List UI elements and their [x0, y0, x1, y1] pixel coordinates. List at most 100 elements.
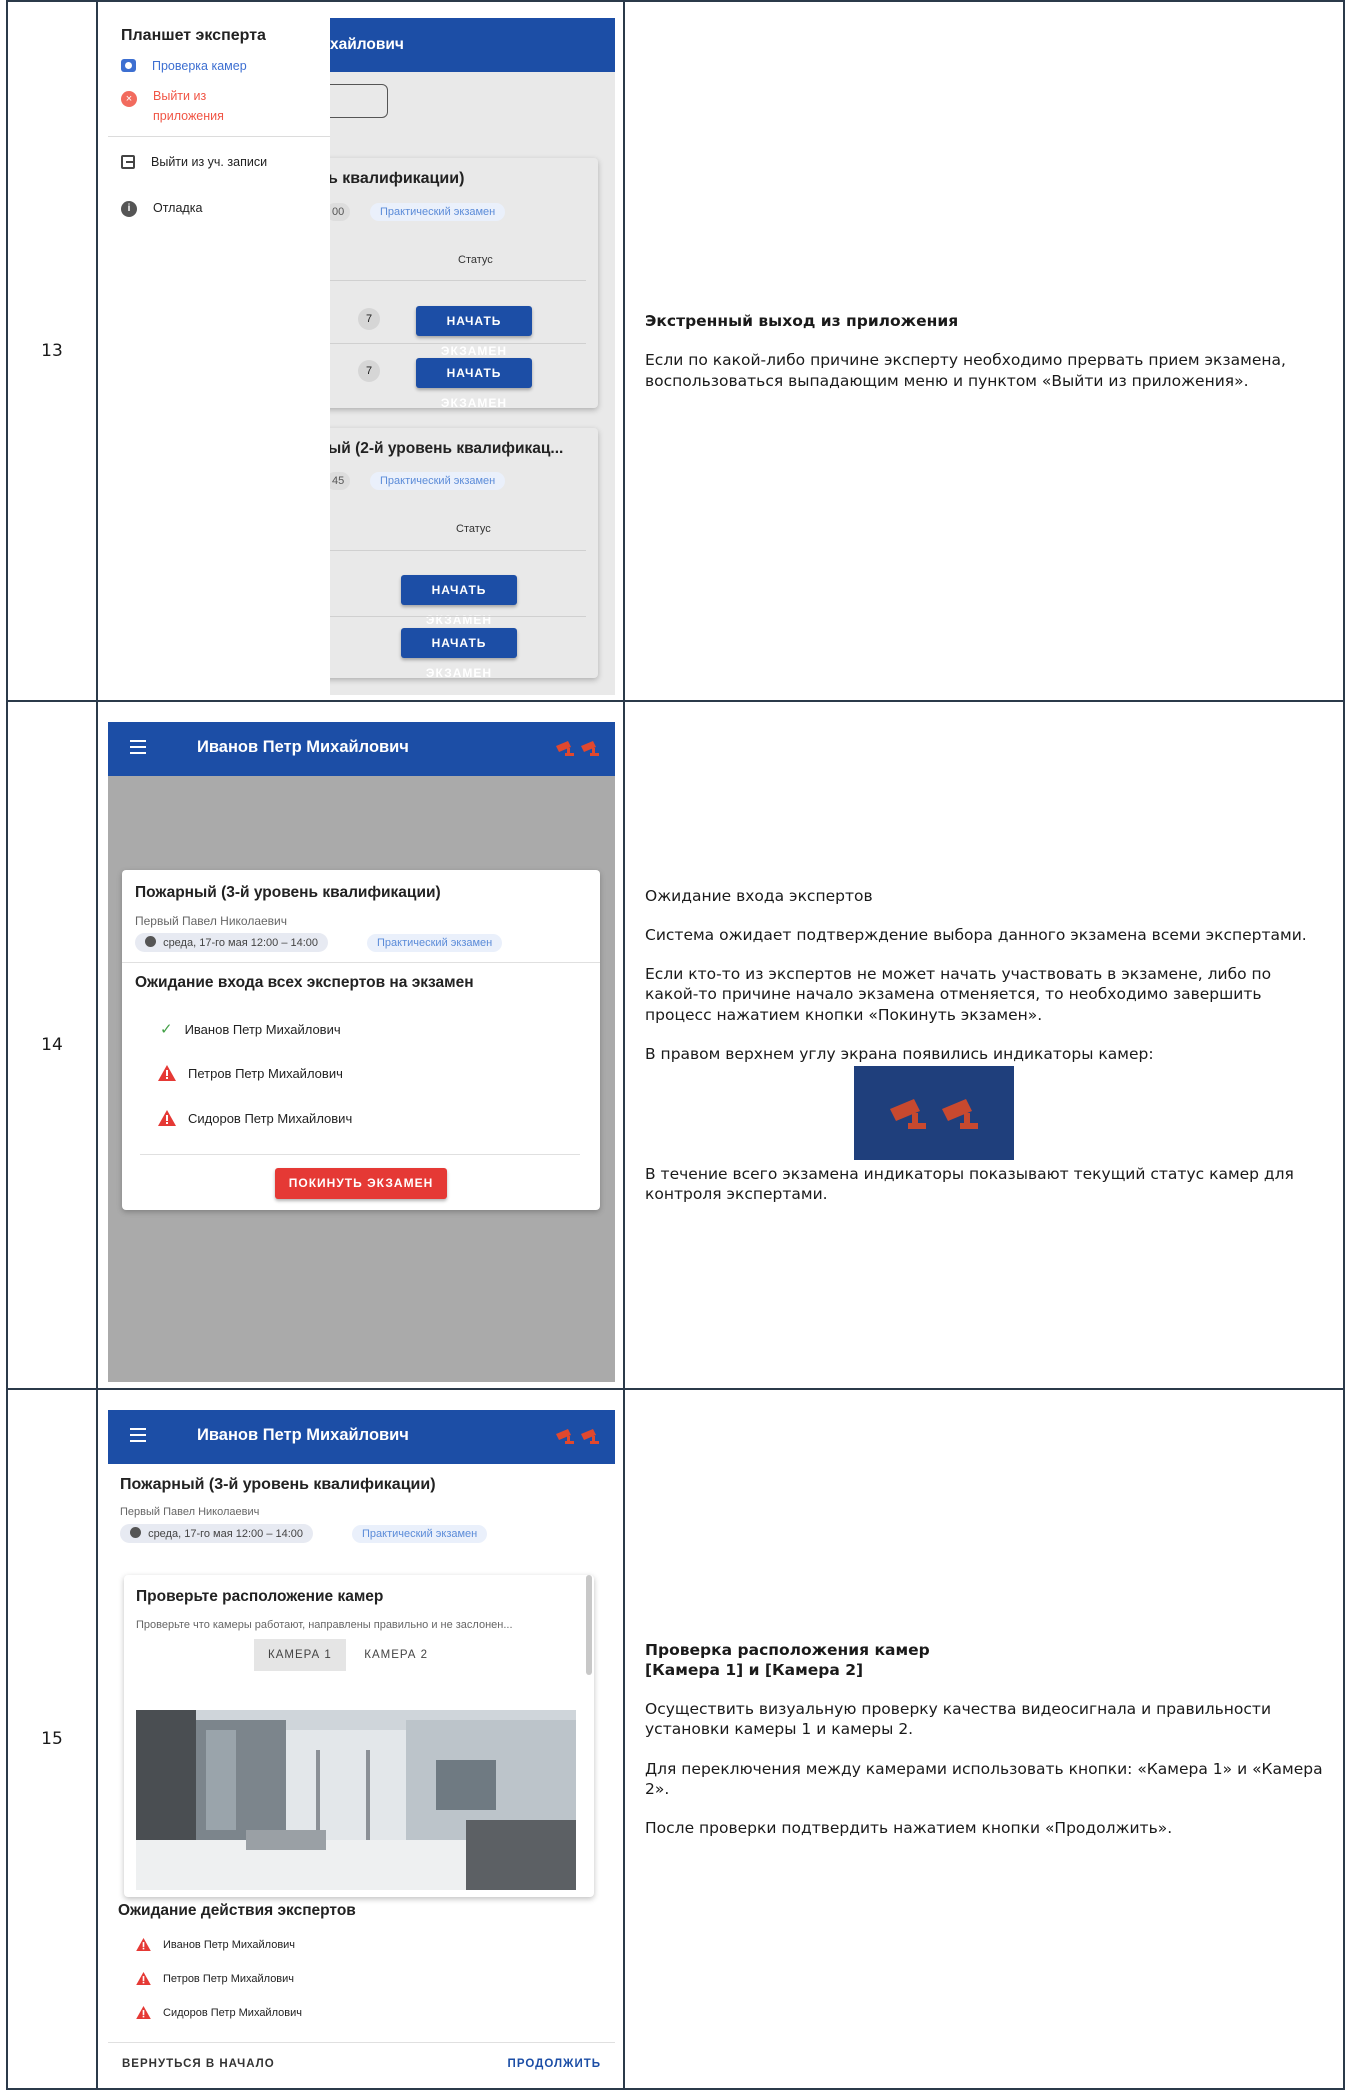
warning-icon	[158, 1110, 176, 1126]
screenshot-cell: Иванов Петр Михайлович Пожарный (3-й уро…	[96, 1388, 625, 2090]
datetime-chip: среда, 17-го мая 12:00 – 14:00	[135, 933, 329, 952]
app-bar-title: Иванов Петр Михайлович	[197, 738, 409, 756]
description-paragraph: После проверки подтвердить нажатием кноп…	[645, 1818, 1173, 1837]
expert-row: Сидоров Петр Михайлович	[136, 2006, 302, 2019]
table-row: 15 Иванов Петр Михайлович Пожарный (3-й …	[6, 1388, 1345, 2090]
app-screen-camera-check: Иванов Петр Михайлович Пожарный (3-й уро…	[108, 1410, 615, 2082]
description-cell: Экстренный выход из приложения Если по к…	[623, 0, 1345, 702]
warning-icon	[136, 1972, 151, 1985]
description-heading: Экстренный выход из приложения	[645, 312, 959, 331]
camera-icon	[121, 59, 136, 72]
drawer-item-logout[interactable]: Выйти из уч. записи	[121, 155, 267, 169]
expert-row: ✓ Иванов Петр Михайлович	[160, 1020, 341, 1038]
instruction-table: 13 хайлович ь квалификации) 00 Практичес…	[6, 0, 1345, 2090]
leave-exam-button[interactable]: ПОКИНУТЬ ЭКЗАМЕН	[275, 1168, 447, 1199]
menu-icon[interactable]	[130, 740, 146, 754]
tab-camera-2[interactable]: КАМЕРА 2	[350, 1639, 442, 1671]
info-icon: i	[121, 201, 137, 217]
exam-type-chip: Практический экзамен	[370, 203, 506, 221]
camera-indicators-image	[854, 1065, 1014, 1160]
waiting-dialog: Пожарный (3-й уровень квалификации) Перв…	[122, 870, 600, 1210]
examiner-name: Первый Павел Николаевич	[135, 914, 288, 928]
app-bar-title: хайлович	[330, 36, 404, 53]
expert-name: Петров Петр Михайлович	[163, 1972, 295, 1985]
description-heading: Проверка расположения камер [Камера 1] и…	[645, 1640, 1323, 1680]
exam-type-chip: Практический экзамен	[352, 1525, 488, 1543]
scrollbar[interactable]	[586, 1575, 592, 1675]
camera-preview-image	[136, 1710, 576, 1890]
expert-row: Сидоров Петр Михайлович	[158, 1110, 352, 1126]
app-bar: Иванов Петр Михайлович	[108, 722, 615, 776]
logout-icon	[121, 155, 135, 169]
exam-card-title: ый (2-й уровень квалификац...	[328, 440, 564, 457]
start-exam-button[interactable]: НАЧАТЬ ЭКЗАМЕН	[416, 306, 532, 358]
description-heading-line: Проверка расположения камер	[645, 1641, 930, 1659]
drawer-item-camera-check[interactable]: Проверка камер	[121, 59, 247, 73]
datetime-text: среда, 17-го мая 12:00 – 14:00	[163, 937, 319, 949]
drawer-title: Планшет эксперта	[121, 27, 266, 44]
examiner-name: Первый Павел Николаевич	[120, 1506, 260, 1518]
check-title: Проверьте расположение камер	[136, 1588, 384, 1605]
waiting-title: Ожидание действия экспертов	[118, 1902, 356, 1919]
description-paragraph: Если по какой-либо причине эксперту необ…	[645, 351, 1286, 390]
count-badge: 7	[358, 308, 380, 330]
drawer-item-label: Отладка	[153, 201, 203, 215]
datetime-chip: среда, 17-го мая 12:00 – 14:00	[120, 1524, 314, 1543]
screenshot-cell: Иванов Петр Михайлович Пожарный (3-й уро…	[96, 700, 625, 1390]
expert-row: Петров Петр Михайлович	[136, 1972, 294, 1985]
camera-indicators	[554, 1427, 601, 1445]
divider	[108, 2042, 615, 2043]
close-circle-icon: ×	[121, 91, 137, 107]
warning-icon	[136, 1938, 151, 1951]
description-paragraph: В течение всего экзамена индикаторы пока…	[645, 1164, 1294, 1203]
status-header: Статус	[456, 523, 491, 535]
drawer-item-exit-app[interactable]: × Выйти из приложения	[121, 86, 271, 126]
start-exam-button[interactable]: НАЧАТЬ ЭКЗАМЕН	[401, 628, 517, 680]
clock-icon	[130, 1527, 141, 1538]
divider	[328, 280, 586, 281]
divider	[328, 616, 586, 617]
divider	[140, 1154, 580, 1155]
check-icon: ✓	[160, 1021, 173, 1038]
table-row: 13 хайлович ь квалификации) 00 Практичес…	[6, 0, 1345, 702]
start-exam-button[interactable]: НАЧАТЬ ЭКЗАМЕН	[416, 358, 532, 410]
menu-icon[interactable]	[130, 1428, 146, 1442]
back-to-start-button[interactable]: ВЕРНУТЬСЯ В НАЧАЛО	[122, 2058, 275, 2070]
description-paragraph: В правом верхнем углу экрана появились и…	[645, 1044, 1154, 1063]
camera-indicator-icon	[942, 1098, 978, 1129]
expert-row: Петров Петр Михайлович	[158, 1065, 343, 1081]
continue-button[interactable]: ПРОДОЛЖИТЬ	[508, 2058, 601, 2070]
step-number: 13	[6, 0, 98, 702]
screenshot-cell: хайлович ь квалификации) 00 Практический…	[96, 0, 625, 702]
drawer-divider	[108, 136, 330, 137]
drawer-item-label: Выйти из уч. записи	[151, 155, 268, 169]
expert-name: Петров Петр Михайлович	[188, 1065, 343, 1081]
divider	[328, 343, 586, 344]
app-bar-title: Иванов Петр Михайлович	[197, 1426, 409, 1444]
camera-tabs: КАМЕРА 1 КАМЕРА 2	[254, 1639, 442, 1671]
exam-card-title: ь квалификации)	[328, 170, 465, 187]
exam-title: Пожарный (3-й уровень квалификации)	[135, 884, 441, 901]
drawer-item-debug[interactable]: i Отладка	[121, 201, 202, 217]
description-paragraph: Если кто-то из экспертов не может начать…	[645, 965, 1272, 1024]
description-cell: Проверка расположения камер [Камера 1] и…	[623, 1388, 1345, 2090]
expert-name: Сидоров Петр Михайлович	[188, 1110, 353, 1126]
divider	[328, 550, 586, 551]
description-paragraph: Для переключения между камерами использо…	[645, 1759, 1323, 1798]
description-paragraph: Ожидание входа экспертов	[645, 886, 873, 905]
navigation-drawer: Планшет эксперта Проверка камер × Выйти …	[108, 18, 330, 695]
app-screen-drawer: хайлович ь квалификации) 00 Практический…	[108, 18, 615, 695]
tab-camera-1[interactable]: КАМЕРА 1	[254, 1639, 346, 1671]
description-paragraph: Осуществить визуальную проверку качества…	[645, 1700, 1272, 1739]
start-exam-button[interactable]: НАЧАТЬ ЭКЗАМЕН	[401, 575, 517, 627]
camera-indicator-icon	[554, 1427, 576, 1445]
exam-type-chip: Практический экзамен	[370, 472, 506, 490]
camera-indicators	[554, 739, 601, 757]
datetime-text: среда, 17-го мая 12:00 – 14:00	[148, 1528, 304, 1540]
table-row: 14 Иванов Петр Михайлович Пожарный (3-й …	[6, 700, 1345, 1390]
warning-icon	[158, 1065, 176, 1081]
description-heading-line: [Камера 1] и [Камера 2]	[645, 1661, 864, 1680]
camera-indicator-icon	[579, 1427, 601, 1445]
expert-name: Иванов Петр Михайлович	[184, 1021, 341, 1037]
step-number: 15	[6, 1388, 98, 2090]
